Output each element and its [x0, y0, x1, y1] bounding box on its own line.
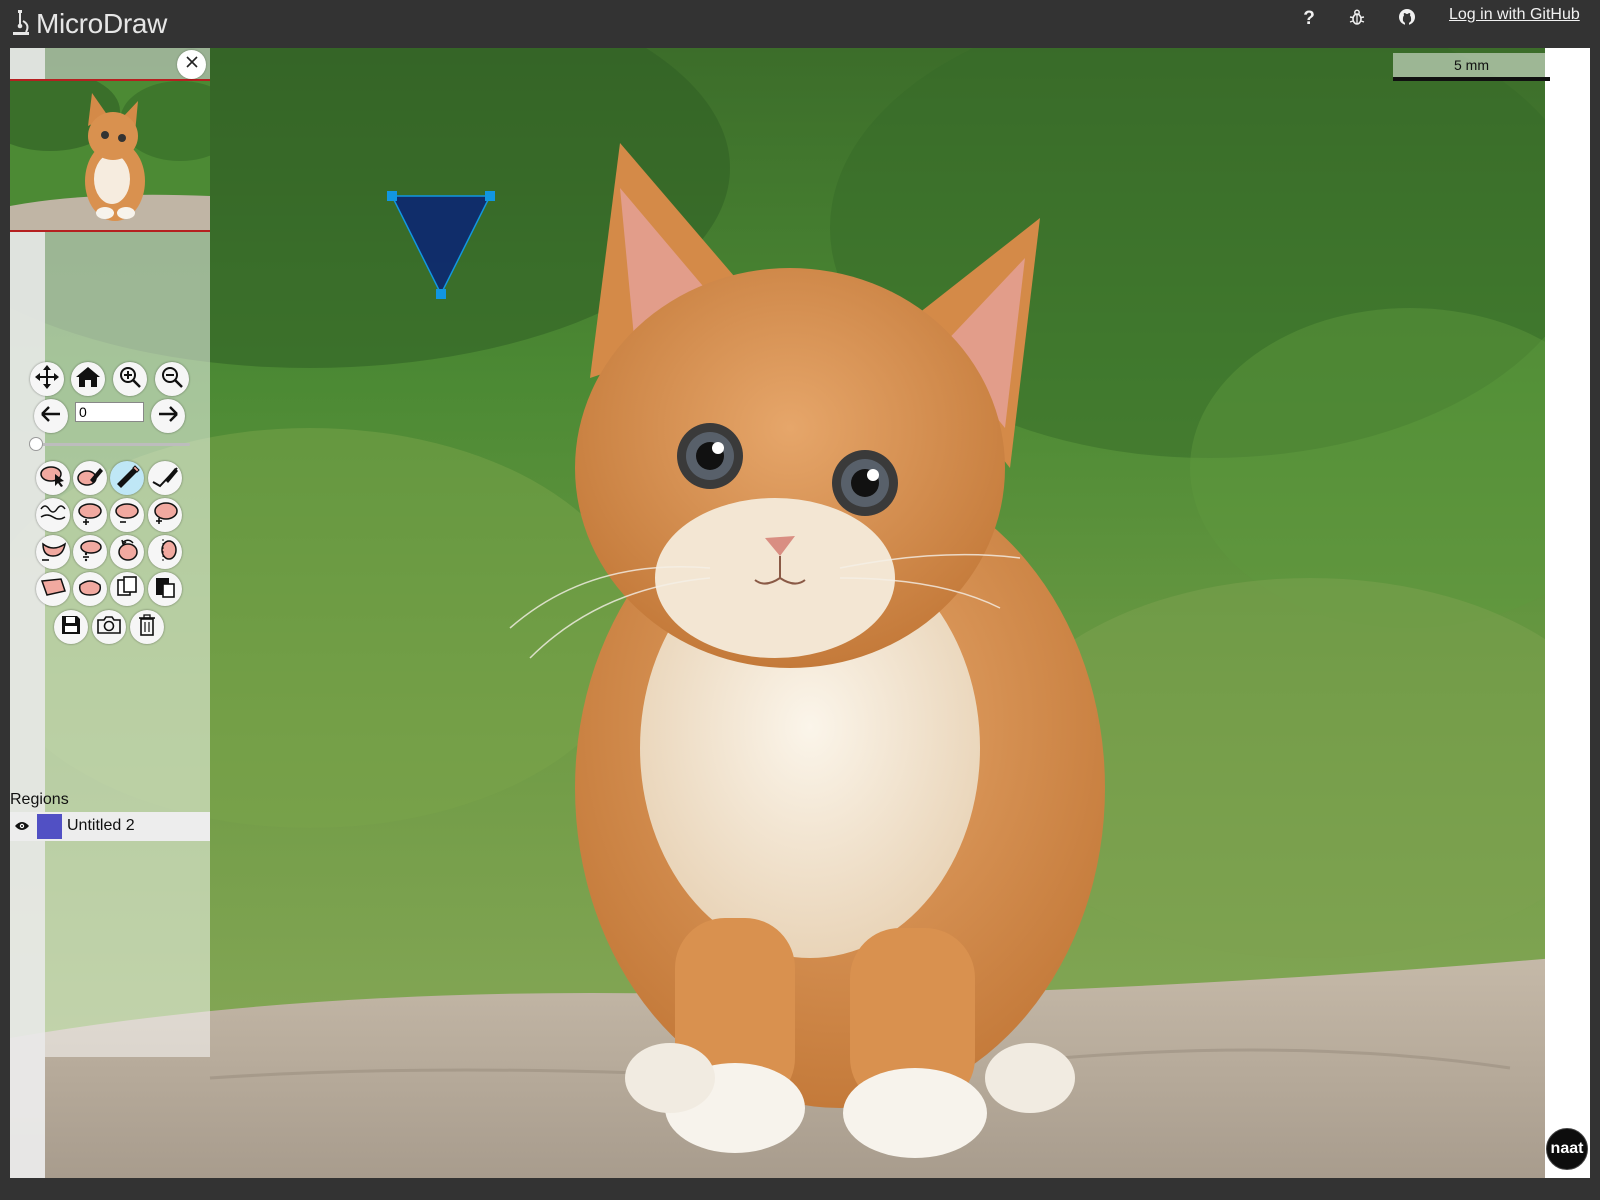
toggle-handles-tool-button[interactable] — [36, 572, 70, 606]
home-button[interactable] — [71, 362, 105, 396]
add-region-tool-button[interactable] — [73, 498, 107, 532]
region-rotate-icon — [113, 538, 141, 567]
polygon-handle[interactable] — [485, 191, 495, 201]
add-points-icon — [113, 464, 141, 493]
region-list-item[interactable]: Untitled 2 — [10, 812, 210, 841]
eye-icon[interactable] — [14, 819, 30, 833]
github-button[interactable] — [1394, 6, 1420, 32]
union-region-tool-button[interactable] — [148, 498, 182, 532]
delete-region-button[interactable] — [130, 610, 164, 644]
slice-number-input[interactable] — [75, 402, 144, 422]
select-region-icon — [39, 464, 67, 493]
close-icon — [185, 55, 199, 74]
simplify-tool-button[interactable] — [36, 498, 70, 532]
arrow-left-icon — [41, 405, 61, 427]
polygon-handle[interactable] — [436, 289, 446, 299]
naat-badge[interactable]: naat — [1546, 1128, 1588, 1170]
save-icon — [60, 614, 82, 641]
github-icon — [1398, 8, 1416, 31]
question-icon: ? — [1303, 8, 1315, 29]
scale-bar: 5 mm — [1393, 53, 1550, 81]
region-polygon[interactable] — [390, 195, 492, 296]
zoom-in-icon — [118, 365, 142, 394]
screenshot-button[interactable] — [92, 610, 126, 644]
pen-icon — [151, 464, 179, 493]
region-handles-icon — [39, 575, 67, 604]
region-minus-icon — [113, 501, 141, 530]
flip-region-tool-button[interactable] — [148, 535, 182, 569]
region-smooth-icon — [76, 575, 104, 604]
draw-pencil-icon — [76, 464, 104, 493]
login-github-link[interactable]: Log in with GitHub — [1449, 6, 1580, 24]
rotate-region-tool-button[interactable] — [110, 535, 144, 569]
region-annotation-layer — [387, 191, 495, 299]
paste-icon — [153, 575, 177, 604]
zoom-in-button[interactable] — [113, 362, 147, 396]
simplify-curve-icon — [39, 501, 67, 530]
polygon-handle[interactable] — [387, 191, 397, 201]
app-title: MicroDraw — [36, 8, 168, 39]
smooth-region-tool-button[interactable] — [73, 572, 107, 606]
region-difference-icon — [39, 538, 67, 567]
region-plus-icon — [76, 501, 104, 530]
intersect-region-tool-button[interactable] — [36, 535, 70, 569]
copy-tool-button[interactable] — [110, 572, 144, 606]
region-union-icon — [151, 501, 179, 530]
zoom-out-button[interactable] — [155, 362, 189, 396]
previous-slice-button[interactable] — [34, 399, 68, 433]
move-button[interactable] — [30, 362, 64, 396]
arrow-right-icon — [158, 405, 178, 427]
close-navigator-button[interactable] — [177, 50, 206, 79]
image-viewer[interactable] — [10, 48, 1555, 1178]
add-points-tool-button[interactable] — [110, 461, 144, 495]
bug-icon — [1348, 8, 1366, 31]
top-bar: MicroDraw ? Log in with GitHub — [0, 0, 1600, 47]
draw-tool-button[interactable] — [73, 461, 107, 495]
slice-slider-handle[interactable] — [29, 437, 43, 451]
viewer-right-edge — [1545, 48, 1590, 1178]
region-name[interactable]: Untitled 2 — [67, 817, 135, 835]
save-button[interactable] — [54, 610, 88, 644]
zoom-out-icon — [160, 365, 184, 394]
next-slice-button[interactable] — [151, 399, 185, 433]
split-region-tool-button[interactable] — [73, 535, 107, 569]
app-logo[interactable]: MicroDraw — [10, 7, 167, 41]
help-button[interactable]: ? — [1296, 6, 1322, 32]
regions-heading: Regions — [10, 791, 69, 808]
slice-slider-track[interactable] — [36, 443, 190, 446]
region-color-swatch[interactable] — [37, 814, 62, 839]
microscope-icon — [10, 7, 32, 42]
select-tool-button[interactable] — [36, 461, 70, 495]
move-icon — [34, 364, 60, 395]
region-divide-icon — [76, 538, 104, 567]
paste-tool-button[interactable] — [148, 572, 182, 606]
copy-icon — [115, 575, 139, 604]
report-bug-button[interactable] — [1344, 6, 1370, 32]
draw-polygon-tool-button[interactable] — [148, 461, 182, 495]
trash-icon — [137, 613, 157, 642]
subtract-region-tool-button[interactable] — [110, 498, 144, 532]
camera-icon — [96, 614, 122, 641]
navigator-thumbnail[interactable] — [10, 79, 210, 232]
region-flip-icon — [151, 538, 179, 567]
home-icon — [75, 365, 101, 394]
